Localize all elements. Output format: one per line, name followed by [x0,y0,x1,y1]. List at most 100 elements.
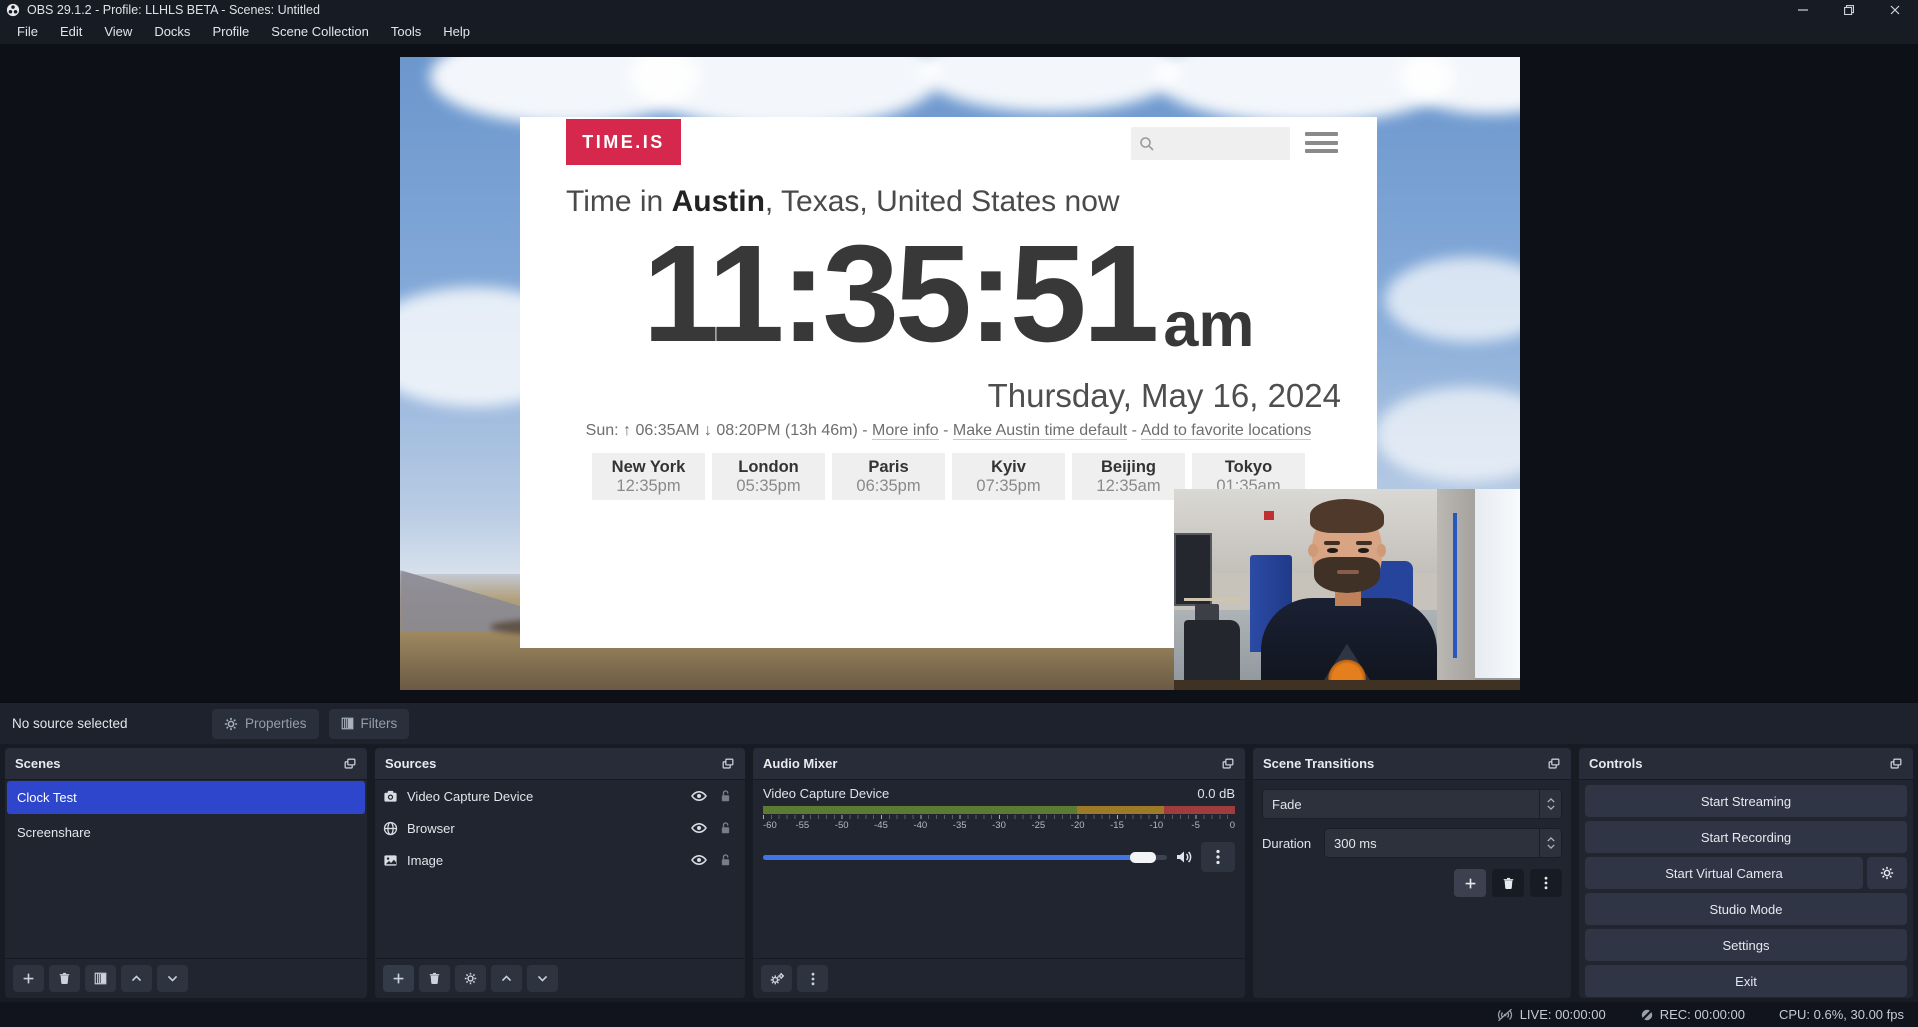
start-recording-button[interactable]: Start Recording [1585,821,1907,853]
menu-file[interactable]: File [6,20,49,44]
timeis-sun-line: Sun: ↑ 06:35AM ↓ 08:20PM (13h 46m) - Mor… [520,422,1377,440]
scene-filters-button[interactable] [85,965,116,992]
lock-icon[interactable] [713,821,737,835]
transition-menu-button[interactable] [1530,869,1562,897]
make-default-link: Make Austin time default [953,422,1127,440]
gear-icon [224,717,238,731]
rec-timer: REC: 00:00:00 [1660,1007,1745,1022]
remove-transition-button[interactable] [1492,869,1524,897]
volume-slider[interactable] [763,855,1167,860]
filters-button[interactable]: Filters [329,709,410,739]
audio-mixer-panel: Audio Mixer Video Capture Device 0.0 dB … [753,748,1245,998]
add-scene-button[interactable] [13,965,44,992]
menubar: File Edit View Docks Profile Scene Colle… [0,20,1918,44]
rec-inactive-icon [1640,1008,1654,1022]
remove-source-button[interactable] [419,965,450,992]
camera-icon [383,789,407,804]
advanced-audio-button[interactable] [761,965,792,992]
scene-item-clock-test[interactable]: Clock Test [7,781,365,814]
timeis-clock: 11:35:51 am [520,215,1377,363]
properties-button[interactable]: Properties [212,709,319,739]
city-box: Kyiv07:35pm [952,453,1065,500]
source-selection-status: No source selected [12,716,212,731]
popout-icon[interactable] [1547,757,1561,771]
start-streaming-button[interactable]: Start Streaming [1585,785,1907,817]
city-box: Paris06:35pm [832,453,945,500]
select-spinner-icon[interactable] [1539,790,1561,818]
more-info-link: More info [872,422,939,440]
meter-scale: -60 -55 -50 -45 -40 -35 -30 -25 -20 -15 … [763,820,1235,833]
timeis-heading: Time in Austin, Texas, United States now [566,185,1377,219]
lock-icon[interactable] [713,789,737,803]
source-row-browser[interactable]: Browser [375,812,745,844]
popout-icon[interactable] [721,757,735,771]
mixer-channel-menu-button[interactable] [1201,842,1235,872]
volume-slider-handle[interactable] [1130,852,1156,863]
timeis-logo: TIME.IS [566,119,681,165]
statusbar: LIVE: 00:00:00 REC: 00:00:00 CPU: 0.6%, … [0,1002,1918,1027]
settings-button[interactable]: Settings [1585,929,1907,961]
gear-icon [1880,866,1894,880]
volume-meter [763,806,1235,814]
source-move-down-button[interactable] [527,965,558,992]
close-button[interactable] [1872,0,1918,20]
minimize-button[interactable] [1780,0,1826,20]
scene-transitions-panel: Scene Transitions Fade Duration [1253,748,1571,998]
clock-time: 11:35:51 [643,225,1156,363]
transition-select[interactable]: Fade [1262,789,1562,819]
hamburger-icon [1305,132,1338,158]
popout-icon[interactable] [343,757,357,771]
menu-tools[interactable]: Tools [380,20,432,44]
duration-spinner-icon[interactable] [1539,829,1561,857]
preview-canvas: TIME.IS Time in Austin, Texas, United St… [0,44,1918,702]
menu-help[interactable]: Help [432,20,481,44]
scene-preview[interactable]: TIME.IS Time in Austin, Texas, United St… [400,57,1520,690]
source-properties-button[interactable] [455,965,486,992]
scene-move-up-button[interactable] [121,965,152,992]
scene-transitions-title: Scene Transitions [1263,756,1374,771]
popout-icon[interactable] [1221,757,1235,771]
menu-view[interactable]: View [93,20,143,44]
titlebar: OBS 29.1.2 - Profile: LLHLS BETA - Scene… [0,0,1918,20]
add-transition-button[interactable] [1454,869,1486,897]
start-virtual-camera-button[interactable]: Start Virtual Camera [1585,857,1863,889]
scene-move-down-button[interactable] [157,965,188,992]
window-title: OBS 29.1.2 - Profile: LLHLS BETA - Scene… [27,3,320,17]
duration-input[interactable]: 300 ms [1324,828,1562,858]
restore-button[interactable] [1826,0,1872,20]
timeis-header: TIME.IS [520,117,1377,169]
exit-sign [1264,511,1274,520]
sources-panel: Sources Video Capture Device Browser [375,748,745,998]
dock-area: Scenes Clock Test Screenshare [0,744,1918,1002]
studio-mode-button[interactable]: Studio Mode [1585,893,1907,925]
menu-docks[interactable]: Docks [143,20,201,44]
popout-icon[interactable] [1889,757,1903,771]
source-row-image[interactable]: Image [375,844,745,876]
eye-icon[interactable] [685,788,713,804]
obs-window: OBS 29.1.2 - Profile: LLHLS BETA - Scene… [0,0,1918,1027]
source-move-up-button[interactable] [491,965,522,992]
speaker-icon[interactable] [1175,849,1193,865]
controls-panel: Controls Start Streaming Start Recording… [1579,748,1913,998]
remove-scene-button[interactable] [49,965,80,992]
menu-profile[interactable]: Profile [201,20,260,44]
add-source-button[interactable] [383,965,414,992]
city-box: New York12:35pm [592,453,705,500]
exit-button[interactable]: Exit [1585,965,1907,997]
virtual-camera-settings-button[interactable] [1867,857,1907,889]
filters-icon [341,717,354,730]
source-row-video-capture[interactable]: Video Capture Device [375,780,745,812]
menu-scene-collection[interactable]: Scene Collection [260,20,380,44]
mixer-menu-button[interactable] [797,965,828,992]
cpu-fps-status: CPU: 0.6%, 30.00 fps [1779,1007,1904,1022]
scene-item-screenshare[interactable]: Screenshare [7,816,365,849]
duration-label: Duration [1262,836,1324,851]
menu-edit[interactable]: Edit [49,20,93,44]
eye-icon[interactable] [685,820,713,836]
scenes-title: Scenes [15,756,61,771]
favorite-link: Add to favorite locations [1141,422,1312,440]
eye-icon[interactable] [685,852,713,868]
mixer-channel-name: Video Capture Device [763,786,889,801]
lock-icon[interactable] [713,853,737,867]
mixer-db-value: 0.0 dB [1197,786,1235,801]
